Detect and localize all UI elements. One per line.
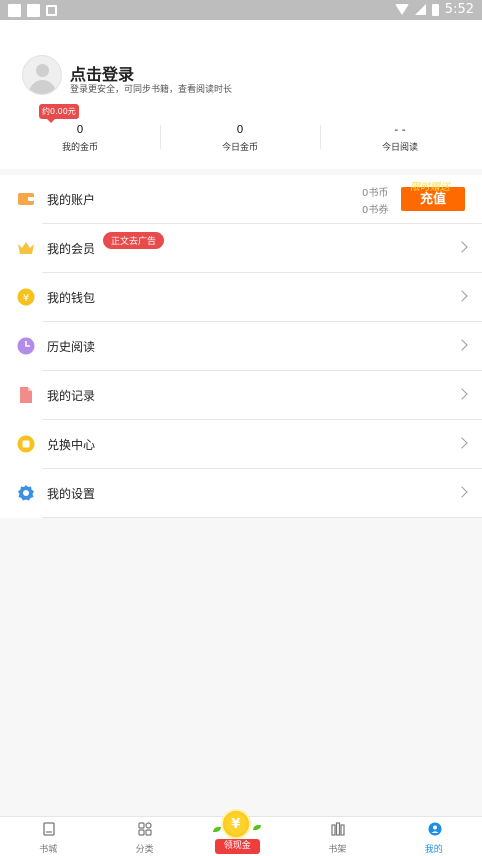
- tab-label: 分类: [135, 845, 154, 855]
- clock-icon: [17, 337, 35, 355]
- get-cash-label: 领现金: [214, 839, 260, 854]
- tab-category[interactable]: 分类: [96, 817, 192, 856]
- notification-icon: [46, 5, 57, 16]
- menu-item-history[interactable]: 历史阅读: [0, 322, 482, 371]
- tab-label: 我的: [424, 845, 443, 855]
- menu-item-label: 我的设置: [47, 487, 96, 501]
- svg-text:¥: ¥: [23, 293, 29, 304]
- book-icon: [43, 822, 55, 836]
- stat-value: - -: [394, 123, 406, 136]
- exchange-icon: [17, 435, 35, 453]
- recharge-promo-tag: 限时赠送: [410, 182, 450, 193]
- status-time: 5:52: [444, 2, 474, 17]
- tab-get-cash[interactable]: ¥ 领现金: [193, 809, 289, 856]
- tab-bookstore[interactable]: 书城: [0, 817, 96, 856]
- grid-icon: [138, 822, 152, 836]
- menu-item-label: 我的会员: [47, 242, 96, 256]
- stat-today-reading[interactable]: - - 今日阅读: [320, 123, 480, 153]
- notification-icon: [27, 4, 40, 17]
- login-subtitle: 登录更安全，可同步书籍，查看阅读时长: [70, 85, 233, 95]
- tab-mine[interactable]: 我的: [386, 817, 482, 856]
- menu-item-label: 我的钱包: [47, 291, 96, 305]
- tab-bookshelf[interactable]: 书架: [289, 817, 385, 856]
- signal-icon: [414, 4, 426, 15]
- tab-label: 书架: [328, 845, 347, 855]
- crown-icon: [18, 242, 34, 254]
- stat-value: 0: [236, 123, 244, 136]
- bookshelf-icon: [331, 822, 345, 836]
- gear-icon: [18, 485, 34, 501]
- no-ads-tag: 正文去广告: [103, 232, 165, 249]
- book-coins-value: 0书币: [362, 188, 389, 199]
- document-icon: [20, 387, 32, 403]
- profile-header: 点击登录 登录更安全，可同步书籍，查看阅读时长 约0.00元 0 我的金币 0 …: [0, 20, 482, 169]
- chevron-right-icon: [456, 437, 468, 449]
- chevron-right-icon: [456, 388, 468, 400]
- notification-icon: [8, 4, 21, 17]
- stat-value: 0: [76, 123, 84, 136]
- book-vouchers-value: 0书券: [362, 205, 389, 216]
- wallet-icon: [18, 193, 34, 205]
- chevron-right-icon: [456, 241, 468, 253]
- menu-item-exchange[interactable]: 兑换中心: [0, 420, 482, 469]
- battery-icon: [431, 3, 439, 16]
- profile-icon: [428, 822, 442, 836]
- menu-item-label: 我的记录: [47, 389, 96, 403]
- stat-today-coins[interactable]: 0 今日金币: [160, 123, 320, 153]
- chevron-right-icon: [456, 339, 468, 351]
- chevron-right-icon: [456, 486, 468, 498]
- menu-item-settings[interactable]: 我的设置: [0, 469, 482, 518]
- menu-item-label: 我的账户: [47, 193, 96, 207]
- menu-item-records[interactable]: 我的记录: [0, 371, 482, 420]
- wallet-coin-icon: ¥: [17, 288, 35, 306]
- menu-list: 我的账户 0书币 0书券 充值 限时赠送 我的会员 正文去广告 ¥ 我的钱包 历…: [0, 175, 482, 518]
- stat-my-coins[interactable]: 0 我的金币: [0, 123, 160, 153]
- menu-item-label: 历史阅读: [47, 340, 96, 354]
- chevron-right-icon: [456, 290, 468, 302]
- menu-item-label: 兑换中心: [47, 438, 96, 452]
- stat-label: 今日阅读: [381, 143, 418, 153]
- stat-label: 我的金币: [61, 143, 98, 153]
- menu-item-vip[interactable]: 我的会员 正文去广告: [0, 224, 482, 273]
- avatar[interactable]: [22, 55, 62, 95]
- wifi-icon: [394, 4, 409, 15]
- bottom-nav: 书城 分类 ¥ 领现金 书架 我的: [0, 809, 482, 856]
- coin-value-badge: 约0.00元: [39, 104, 79, 123]
- menu-item-account[interactable]: 我的账户 0书币 0书券 充值 限时赠送: [0, 175, 482, 224]
- coin-icon: ¥: [220, 809, 251, 839]
- divider: [42, 517, 482, 518]
- tab-label: 书城: [39, 845, 58, 855]
- stats-bar: 0 我的金币 0 今日金币 - - 今日阅读: [0, 123, 482, 153]
- menu-item-wallet[interactable]: ¥ 我的钱包: [0, 273, 482, 322]
- status-bar: 5:52: [0, 0, 482, 20]
- stat-label: 今日金币: [221, 143, 258, 153]
